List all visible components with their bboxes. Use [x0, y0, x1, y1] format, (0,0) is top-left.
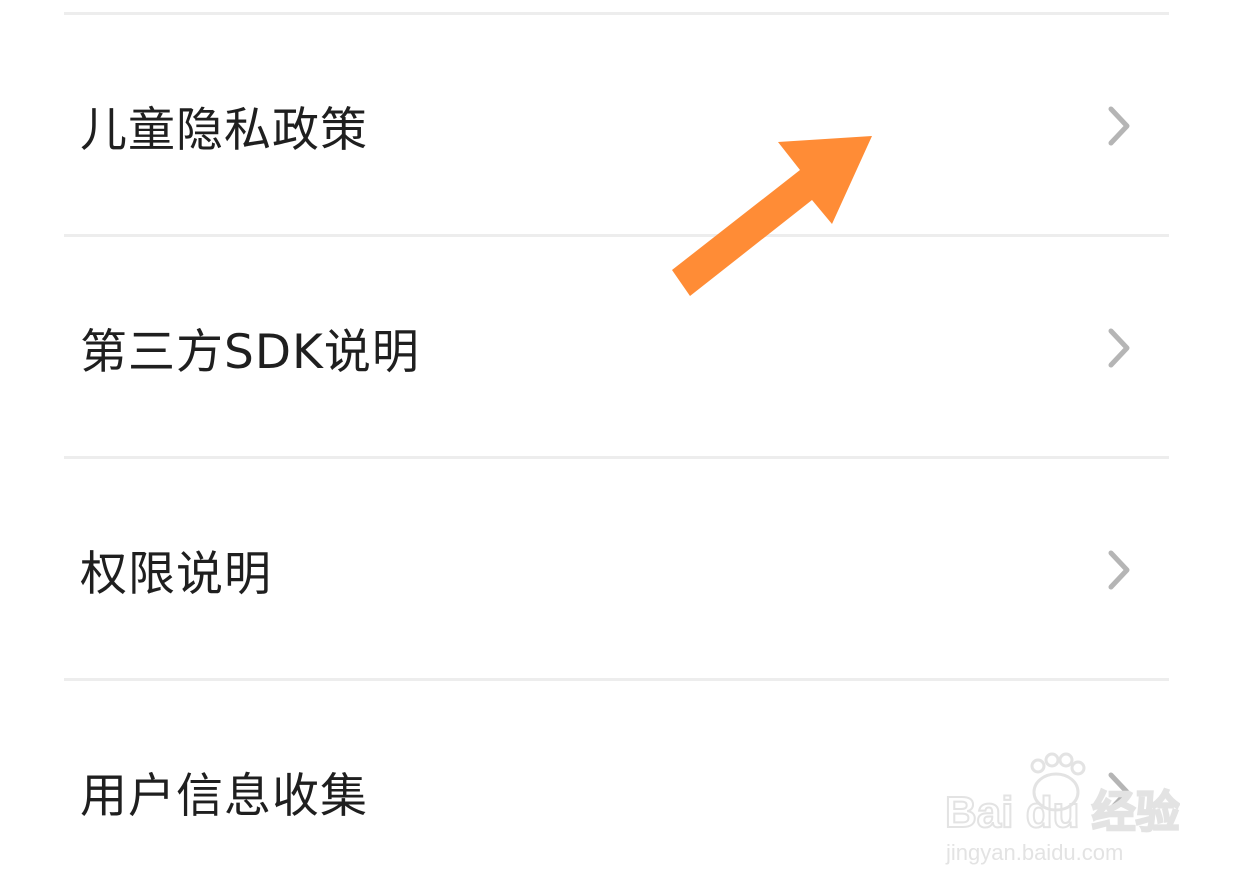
list-item-label: 第三方SDK说明 [80, 325, 420, 380]
list-divider [64, 456, 1169, 459]
paw-icon: Bai du 经验 jingyan.baidu.com [944, 752, 1180, 865]
watermark-url: jingyan.baidu.com [945, 840, 1123, 865]
settings-page: 儿童隐私政策 第三方SDK说明 权限说明 用户信息收集 Bai du 经验 ji… [0, 0, 1233, 889]
list-item-label: 用户信息收集 [80, 769, 368, 824]
list-divider [64, 234, 1169, 237]
chevron-right-icon [1108, 106, 1130, 145]
list-item-label: 儿童隐私政策 [80, 103, 368, 158]
list-item-permissions[interactable]: 权限说明 [64, 460, 1169, 679]
chevron-right-icon [1108, 550, 1130, 589]
list-divider [64, 12, 1169, 15]
list-divider [64, 678, 1169, 681]
list-item-label: 权限说明 [80, 547, 272, 602]
list-item-third-party-sdk[interactable]: 第三方SDK说明 [64, 238, 1169, 457]
chevron-right-icon [1108, 328, 1130, 367]
list-item-children-privacy[interactable]: 儿童隐私政策 [64, 16, 1169, 235]
arrow-annotation-icon [672, 136, 872, 296]
watermark-brand: Bai du 经验 [945, 788, 1180, 837]
